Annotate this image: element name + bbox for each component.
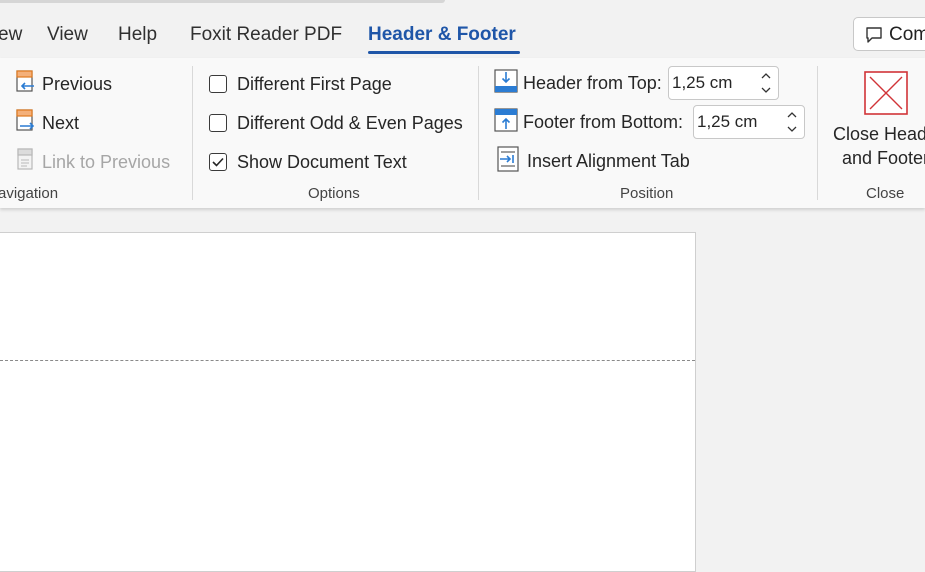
show-document-text-label: Show Document Text xyxy=(237,151,407,172)
close-header-footer-label: Close Heade and Footer xyxy=(833,122,925,170)
group-separator xyxy=(192,66,193,200)
footer-from-bottom-spinner[interactable] xyxy=(693,105,805,139)
spin-down-icon[interactable] xyxy=(759,83,773,97)
close-label-line2: and Footer xyxy=(842,148,925,168)
header-from-top-label: Header from Top: xyxy=(523,72,662,93)
insert-alignment-tab-button[interactable]: Insert Alignment Tab xyxy=(497,145,690,177)
group-separator xyxy=(817,66,818,200)
comments-button[interactable]: Com xyxy=(853,17,925,51)
link-to-previous-icon xyxy=(14,147,36,177)
spin-up-icon[interactable] xyxy=(759,69,773,83)
previous-section-icon xyxy=(14,69,36,99)
tab-foxit-reader-pdf[interactable]: Foxit Reader PDF xyxy=(190,24,342,46)
insert-alignment-tab-label: Insert Alignment Tab xyxy=(527,150,690,171)
ribbon: Previous Next Link to Previous avigation… xyxy=(0,58,925,208)
header-from-top-icon xyxy=(494,68,518,99)
next-label: Next xyxy=(42,112,80,133)
previous-label: Previous xyxy=(42,73,113,94)
link-to-previous-label: Link to Previous xyxy=(42,151,171,172)
footer-from-bottom-control: Footer from Bottom: xyxy=(494,107,684,138)
position-group-label: Position xyxy=(620,185,674,202)
footer-from-bottom-label: Footer from Bottom: xyxy=(523,111,684,132)
close-x-icon xyxy=(864,71,908,120)
header-from-top-spinner[interactable] xyxy=(668,66,779,100)
active-tab-indicator xyxy=(368,51,520,54)
header-from-top-input[interactable] xyxy=(672,71,752,95)
different-odd-even-pages-checkbox[interactable]: Different Odd & Even Pages xyxy=(209,109,463,137)
tab-view[interactable]: View xyxy=(47,24,88,46)
tab-header-footer[interactable]: Header & Footer xyxy=(368,24,516,46)
navigation-group-label: avigation xyxy=(0,185,59,202)
close-label-line1: Close Heade xyxy=(833,124,925,144)
spin-up-icon[interactable] xyxy=(785,108,799,122)
next-section-icon xyxy=(14,108,36,138)
tab-review[interactable]: ew xyxy=(0,24,22,46)
options-group-label: Options xyxy=(308,185,360,202)
tab-help[interactable]: Help xyxy=(118,24,157,46)
next-section-button[interactable]: Next xyxy=(14,108,80,138)
different-first-page-checkbox[interactable]: Different First Page xyxy=(209,70,392,98)
previous-section-button[interactable]: Previous xyxy=(14,69,113,99)
header-boundary-line xyxy=(0,360,695,361)
different-odd-even-pages-label: Different Odd & Even Pages xyxy=(237,112,463,133)
footer-from-bottom-input[interactable] xyxy=(697,110,779,134)
footer-from-bottom-icon xyxy=(494,107,518,138)
checkbox-unchecked xyxy=(209,114,227,132)
checkbox-unchecked xyxy=(209,75,227,93)
comment-icon xyxy=(865,26,883,49)
close-group-label: Close xyxy=(866,185,905,202)
document-page[interactable] xyxy=(0,232,696,572)
link-to-previous-button[interactable]: Link to Previous xyxy=(14,147,171,177)
ribbon-tab-bar: ew View Help Foxit Reader PDF Header & F… xyxy=(0,0,925,58)
group-separator xyxy=(478,66,479,200)
comments-button-label: Com xyxy=(889,24,925,45)
checkmark-icon xyxy=(209,153,227,171)
header-from-top-control: Header from Top: xyxy=(494,68,662,99)
show-document-text-checkbox[interactable]: Show Document Text xyxy=(209,148,407,176)
insert-alignment-tab-icon xyxy=(497,145,519,177)
spin-down-icon[interactable] xyxy=(785,122,799,136)
different-first-page-label: Different First Page xyxy=(237,73,392,94)
